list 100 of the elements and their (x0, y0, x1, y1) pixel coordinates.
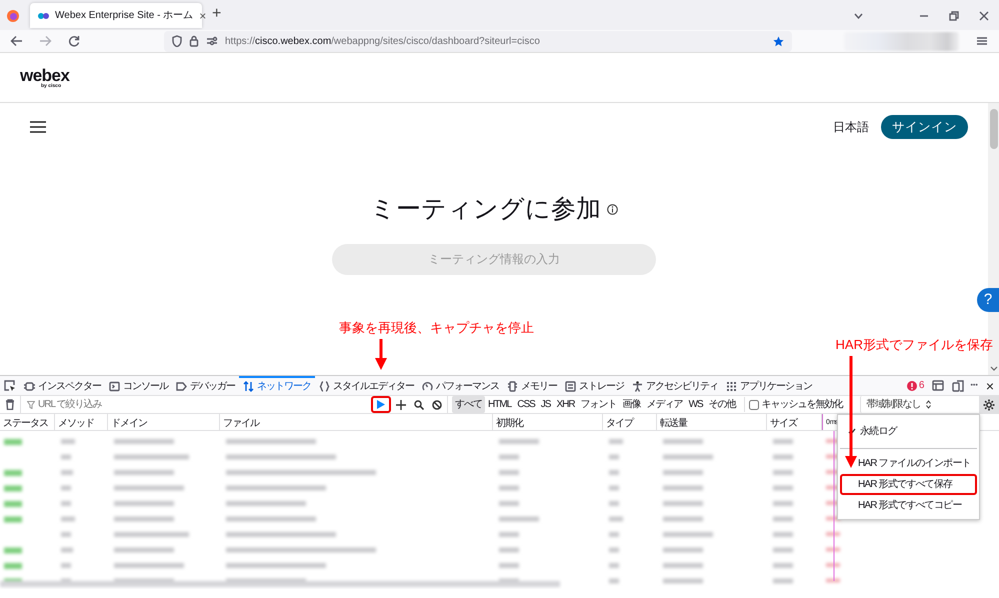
console-icon (109, 381, 120, 392)
help-button[interactable]: ? (977, 288, 999, 312)
column-header[interactable]: メソッド (55, 414, 108, 430)
type-filter-button[interactable]: メディア (644, 396, 686, 413)
star-icon[interactable] (773, 36, 784, 46)
devtools-tab[interactable]: メモリー (503, 376, 561, 395)
menu-item[interactable]: HAR 形式ですべて保存 (840, 474, 977, 495)
type-filter-button[interactable]: すべて (452, 396, 485, 413)
check-icon (848, 428, 856, 436)
devtools-tab[interactable]: デバッガー (172, 376, 239, 395)
permissions-icon (206, 36, 218, 46)
annotation-text: 事象を再現後、キャプチャを停止 (339, 319, 534, 337)
language-selector[interactable]: 日本語 (833, 118, 869, 136)
devtools-tab[interactable]: パフォーマンス (418, 376, 503, 395)
devtools-tab[interactable]: アクセシビリティ (628, 376, 722, 395)
webex-icon (38, 12, 49, 20)
style-editor-icon (319, 381, 330, 392)
menu-button[interactable] (977, 37, 987, 45)
devtools-tab[interactable]: インスペクター (20, 376, 105, 395)
annotation-text: HAR形式でファイルを保存 (836, 336, 993, 354)
error-count: 6 (918, 379, 924, 393)
type-filter-button[interactable]: XHR (553, 396, 578, 413)
back-button[interactable] (10, 35, 23, 47)
trash-icon (5, 399, 15, 410)
address-bar[interactable]: https://cisco.webex.com/webappng/sites/cisco/dashboard?siteurl=cisco (164, 30, 792, 52)
column-header[interactable]: ファイル (220, 414, 493, 430)
devtools-tab[interactable]: コンソール (105, 376, 172, 395)
storage-icon (565, 381, 576, 392)
type-filter-button[interactable]: WS (686, 396, 706, 413)
type-filter-button[interactable]: JS (538, 396, 554, 413)
back-icon (10, 35, 23, 47)
add-button[interactable] (396, 400, 406, 410)
shield-icon (172, 35, 182, 47)
filter-icon (27, 400, 35, 408)
gear-icon (983, 398, 995, 410)
element-picker-icon (4, 380, 16, 392)
devtools-tab[interactable]: ネットワーク (239, 376, 315, 395)
application-icon (726, 381, 737, 392)
throttling-dropdown[interactable]: 帯域制限なし (860, 396, 924, 413)
dock-icon (932, 380, 944, 391)
tab-list-icon (854, 13, 863, 19)
meeting-search-field[interactable]: ミーティング情報の入力 (332, 244, 656, 274)
column-header[interactable]: 初期化 (493, 414, 603, 430)
column-header[interactable]: ドメイン (108, 414, 220, 430)
play-icon (377, 400, 385, 409)
devtools-tab[interactable]: スタイルエディター (315, 376, 418, 395)
type-filter-button[interactable]: 画像 (620, 396, 644, 413)
settings-button[interactable] (979, 396, 999, 413)
page-title: ミーティングに参加 (370, 194, 601, 225)
lock-icon (189, 35, 199, 47)
search-button[interactable] (414, 400, 424, 410)
network-icon (243, 381, 254, 392)
record-button[interactable] (371, 396, 391, 413)
scroll-down-icon (990, 366, 998, 372)
close-tab-button[interactable]: × (199, 6, 206, 24)
reload-button[interactable] (68, 35, 80, 47)
column-header[interactable]: ステータス (0, 414, 55, 430)
trash-button[interactable] (5, 399, 15, 410)
url-filter-field[interactable]: URL で絞り込み (38, 397, 360, 412)
column-header[interactable]: サイズ (767, 414, 822, 430)
responsive-mode-icon (952, 380, 964, 392)
disable-cache-label: キャッシュを無効化 (762, 398, 843, 412)
search-icon (414, 400, 424, 410)
menu-item[interactable]: HAR ファイルのインポート (840, 453, 977, 474)
menu-item[interactable]: 永続ログ (840, 418, 977, 444)
forward-icon (39, 35, 52, 47)
add-icon (396, 400, 406, 410)
type-filter-button[interactable]: その他 (706, 396, 739, 413)
debugger-icon (176, 381, 187, 392)
type-filter-button[interactable]: フォント (578, 396, 620, 413)
browser-logo-icon (7, 10, 19, 22)
new-tab-button[interactable]: + (212, 2, 222, 26)
annotation-arrow (375, 339, 387, 370)
menu-icon (30, 121, 46, 133)
scrollbar-thumb[interactable] (990, 109, 998, 149)
column-header[interactable]: タイプ (603, 414, 657, 430)
block-button[interactable] (432, 400, 442, 410)
menu-button[interactable] (30, 121, 46, 133)
tab-list-button[interactable] (854, 13, 863, 19)
block-icon (432, 400, 442, 410)
reload-icon (68, 35, 80, 47)
type-filter-button[interactable]: HTML (485, 396, 514, 413)
type-filter-button[interactable]: CSS (514, 396, 538, 413)
disable-cache-checkbox[interactable] (748, 400, 759, 410)
column-header[interactable]: 転送量 (657, 414, 767, 430)
restore-button[interactable] (949, 11, 959, 21)
webex-logo: webex (20, 66, 70, 84)
close-window-button[interactable] (979, 11, 989, 21)
sign-in-button[interactable]: サインイン (881, 114, 968, 140)
restore-icon (949, 11, 959, 21)
accessibility-icon (632, 381, 643, 392)
menu-icon (977, 37, 987, 45)
devtools-tab[interactable]: ストレージ (561, 376, 628, 395)
menu-item[interactable]: HAR 形式ですべてコピー (840, 495, 977, 516)
url-text: https://cisco.webex.com/webappng/sites/cisco/dashboard?siteurl=cisco (225, 34, 541, 48)
close-window-icon (979, 11, 989, 21)
close-devtools-button[interactable]: × (986, 376, 994, 395)
inspector-icon (24, 381, 35, 392)
devtools-tab[interactable]: アプリケーション (722, 376, 816, 395)
error-icon (906, 380, 917, 390)
